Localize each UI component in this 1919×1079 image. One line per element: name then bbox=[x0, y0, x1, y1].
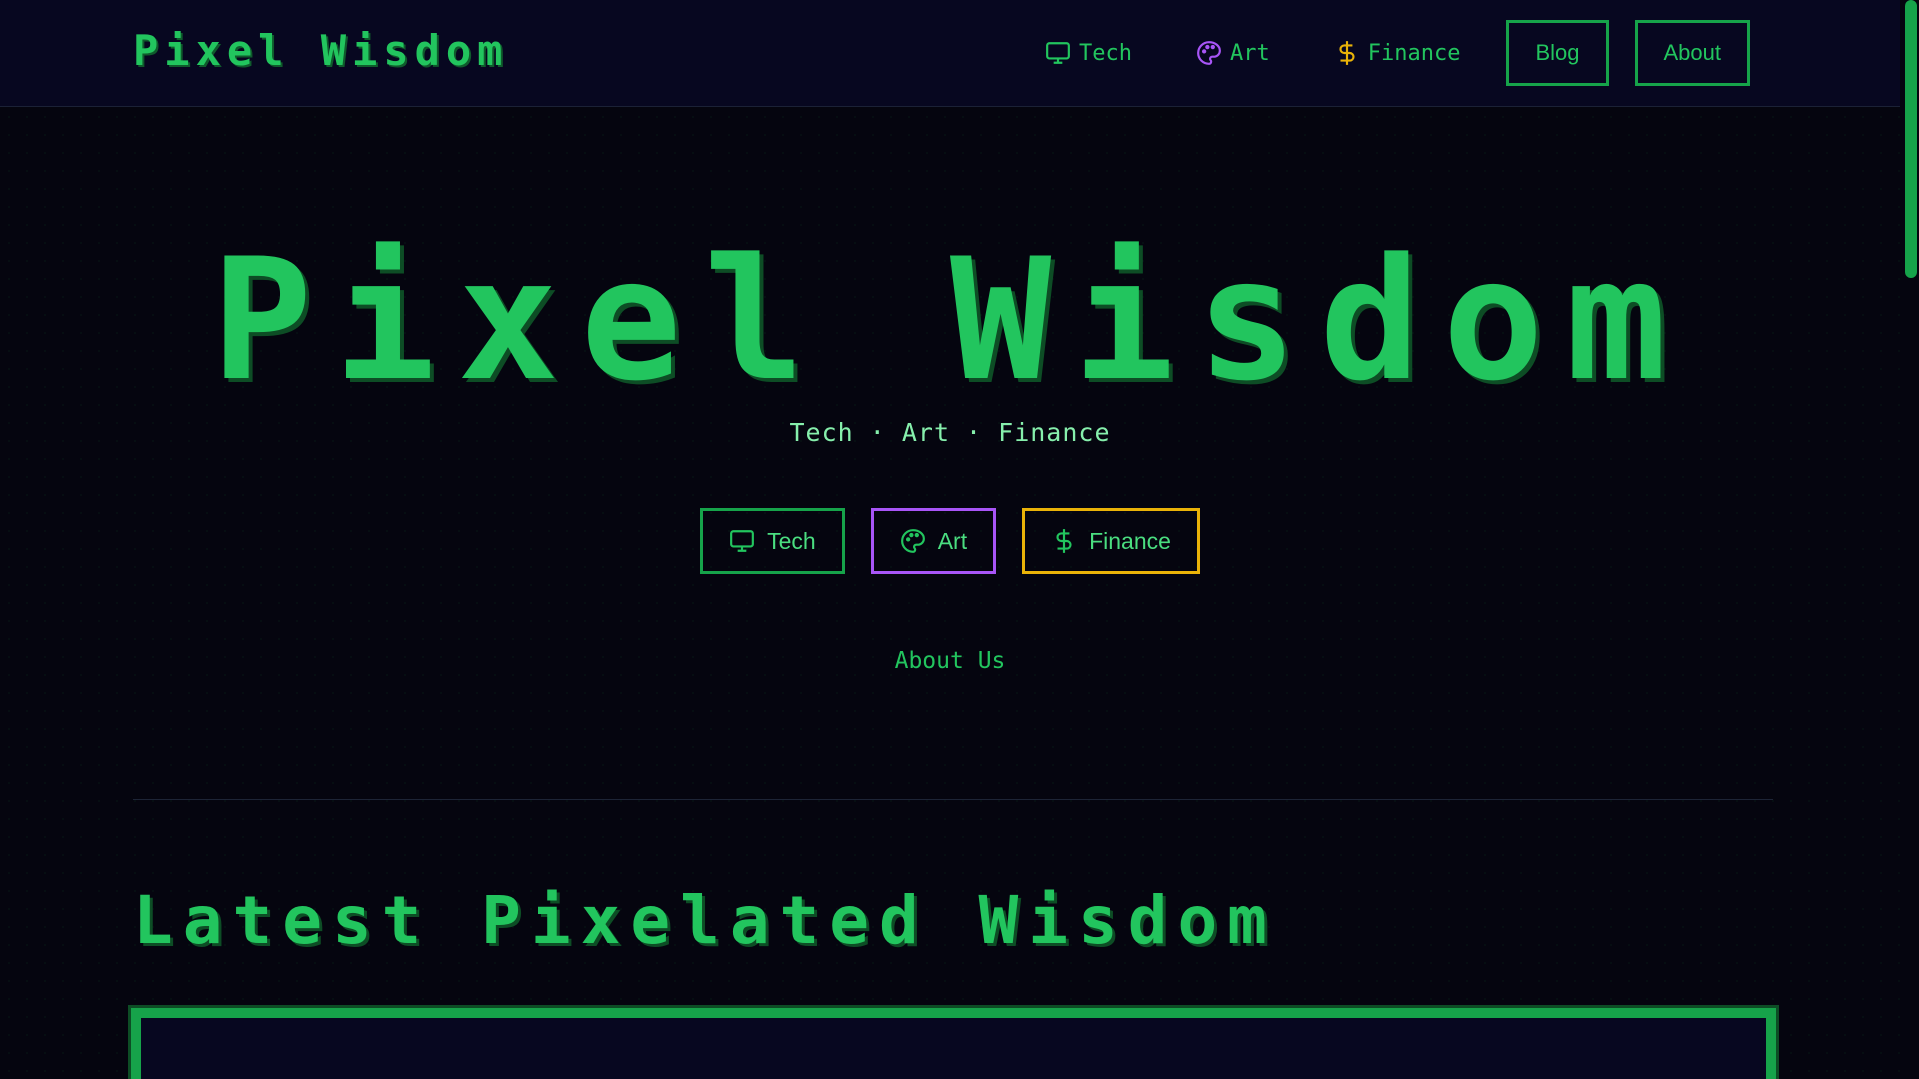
latest-section-title: Latest Pixelated Wisdom bbox=[133, 882, 1277, 959]
hero-tagline: Tech · Art · Finance bbox=[789, 418, 1111, 447]
main-nav: Tech Art Finance Blog About bbox=[981, 20, 1750, 86]
monitor-icon bbox=[730, 530, 755, 552]
nav-tech-label: Tech bbox=[1079, 40, 1132, 66]
finance-category-button[interactable]: Finance bbox=[1022, 508, 1200, 574]
site-header: Pixel Wisdom Tech Art Finance Blog About bbox=[0, 0, 1900, 107]
finance-category-label: Finance bbox=[1089, 527, 1171, 554]
post-card[interactable] bbox=[131, 1008, 1776, 1079]
palette-icon bbox=[900, 529, 925, 553]
hero-title: Pixel Wisdom bbox=[211, 222, 1689, 418]
about-button[interactable]: About bbox=[1634, 20, 1750, 86]
art-category-label: Art bbox=[937, 527, 968, 554]
art-category-button[interactable]: Art bbox=[870, 508, 997, 574]
about-us-link[interactable]: About Us bbox=[0, 648, 1900, 674]
scrollbar-thumb[interactable] bbox=[1905, 0, 1917, 278]
nav-tech-link[interactable]: Tech bbox=[1045, 40, 1132, 66]
nav-finance-label: Finance bbox=[1367, 40, 1461, 66]
tech-category-label: Tech bbox=[767, 527, 816, 554]
dollar-icon bbox=[1339, 41, 1355, 65]
nav-art-label: Art bbox=[1229, 40, 1270, 66]
section-divider bbox=[133, 799, 1773, 800]
tech-category-button[interactable]: Tech bbox=[700, 508, 845, 574]
dollar-icon bbox=[1056, 529, 1072, 553]
category-buttons: Tech Art Finance bbox=[0, 508, 1900, 574]
blog-button[interactable]: Blog bbox=[1506, 20, 1609, 86]
nav-art-link[interactable]: Art bbox=[1196, 40, 1270, 66]
nav-finance-link[interactable]: Finance bbox=[1334, 40, 1461, 66]
monitor-icon bbox=[1046, 42, 1070, 64]
brand-logo[interactable]: Pixel Wisdom bbox=[133, 26, 508, 75]
scrollbar-track[interactable] bbox=[1900, 0, 1919, 1079]
palette-icon bbox=[1197, 41, 1221, 65]
